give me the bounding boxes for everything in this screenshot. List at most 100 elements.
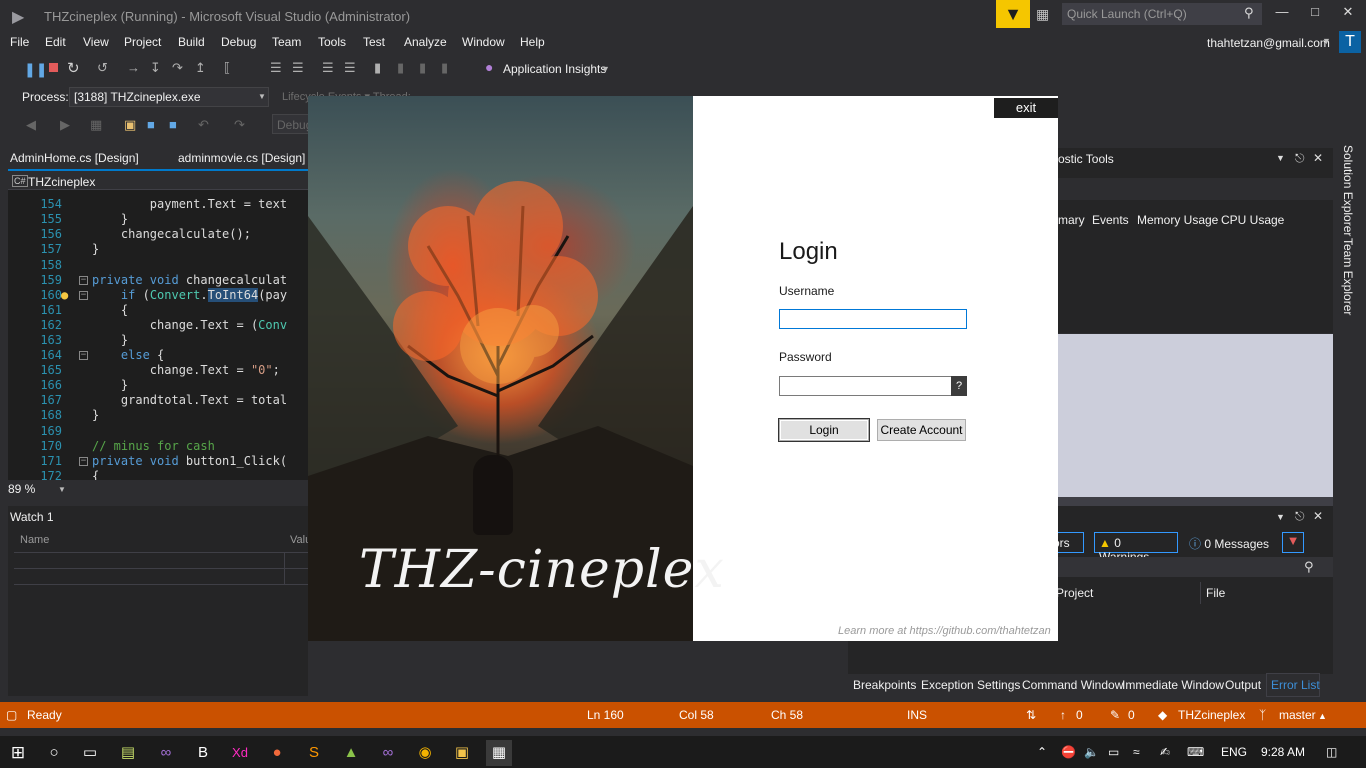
notepad-icon[interactable]: ▤ (115, 740, 141, 766)
feedback-icon[interactable]: ▦ (1036, 6, 1049, 23)
chrome-icon[interactable]: ◉ (412, 740, 438, 766)
refresh-icon[interactable]: ↺ (97, 60, 108, 76)
show-hidden-icons-icon[interactable]: ⌃ (1037, 745, 1047, 759)
menu-file[interactable]: File (10, 35, 29, 49)
chevron-down-icon[interactable]: ▼ (601, 64, 610, 74)
menu-debug[interactable]: Debug (221, 35, 256, 49)
password-help-button[interactable]: ? (951, 376, 967, 396)
minimize-button[interactable]: — (1270, 4, 1294, 24)
tab-solution-explorer[interactable]: Solution Explorer (1341, 145, 1355, 236)
tab-events[interactable]: Events (1092, 213, 1129, 227)
tab-memory-usage[interactable]: Memory Usage (1137, 213, 1218, 227)
show-next-statement-icon[interactable]: → (127, 60, 140, 75)
username-field[interactable] (779, 309, 967, 329)
bookmark-icon[interactable]: ▮ (374, 60, 381, 76)
tab-exception-settings[interactable]: Exception Settings (921, 678, 1020, 692)
column-file[interactable]: File (1206, 586, 1225, 600)
code-editor[interactable]: 154 155 156 157 158 159 160 161 162 163 … (8, 190, 308, 480)
watch-column-name[interactable]: Name (20, 534, 49, 546)
chevron-down-icon[interactable]: ▼ (1276, 512, 1285, 522)
network-icon[interactable]: ≈ (1133, 745, 1140, 759)
arrow-up-icon[interactable]: ↑ (1060, 708, 1066, 722)
menu-team[interactable]: Team (272, 35, 301, 49)
branch-name[interactable]: master (1279, 708, 1316, 722)
lightbulb-icon[interactable]: ● (485, 59, 493, 75)
tab-team-explorer[interactable]: Team Explorer (1341, 238, 1355, 315)
security-icon[interactable]: ⛔ (1061, 745, 1076, 759)
account-name[interactable]: thahtetzan@gmail.com (1207, 36, 1330, 50)
threads-window-icon[interactable]: ☰ (292, 60, 304, 76)
process-select[interactable]: [3188] THZcineplex.exe (69, 87, 269, 107)
adobe-xd-icon[interactable]: Xd (227, 740, 253, 766)
align-icon[interactable]: ☰ (322, 60, 334, 76)
step-out-icon[interactable]: ↥ (195, 60, 206, 76)
app-orange-icon[interactable]: ● (264, 740, 290, 766)
chevron-up-icon[interactable]: ▲ (1318, 711, 1327, 721)
messages-filter-button[interactable]: ⓘ 0 Messages (1185, 532, 1275, 553)
lightbulb-icon[interactable]: ● (61, 288, 68, 302)
clock[interactable]: 9:28 AM (1261, 745, 1305, 759)
menu-view[interactable]: View (83, 35, 109, 49)
restart-icon[interactable]: ↻ (67, 59, 80, 77)
redo-icon[interactable]: ↷ (234, 117, 245, 133)
stop-icon[interactable] (49, 63, 58, 72)
windows-start-icon[interactable]: ⊞ (5, 740, 31, 766)
menu-analyze[interactable]: Analyze (404, 35, 447, 49)
step-into-icon[interactable]: ↧ (150, 60, 161, 76)
menu-build[interactable]: Build (178, 35, 205, 49)
new-project-icon[interactable]: ▦ (90, 117, 102, 133)
battery-icon[interactable]: ▭ (1108, 745, 1119, 759)
column-project[interactable]: Project (1056, 586, 1093, 600)
action-center-icon[interactable]: ◫ (1326, 745, 1337, 759)
login-button[interactable]: Login (779, 419, 869, 441)
pin-icon[interactable]: ⎋ (1295, 509, 1305, 524)
tab-output[interactable]: Output (1225, 678, 1261, 692)
tab-error-list[interactable]: Error List (1271, 678, 1320, 692)
pause-icon[interactable]: ❚❚ (24, 61, 47, 78)
repository-name[interactable]: THZcineplex (1178, 708, 1245, 722)
visual-studio-icon-2[interactable]: ∞ (375, 740, 401, 766)
close-button[interactable]: ✕ (1336, 4, 1360, 24)
search-icon[interactable]: ⚲ (1244, 5, 1254, 21)
chevron-down-icon[interactable]: ▼ (1322, 36, 1331, 46)
tab-command-window[interactable]: Command Window (1022, 678, 1123, 692)
menu-project[interactable]: Project (124, 35, 161, 49)
tab-immediate-window[interactable]: Immediate Window (1122, 678, 1224, 692)
configuration-select[interactable]: Debug (272, 114, 312, 134)
menu-window[interactable]: Window (462, 35, 505, 49)
tab-cpu-usage[interactable]: CPU Usage (1221, 213, 1284, 227)
unpushed-count[interactable]: 0 (1076, 708, 1083, 722)
chevron-down-icon[interactable]: ▼ (258, 92, 266, 101)
save-icon[interactable]: ■ (147, 117, 155, 132)
hex-display-icon[interactable]: ⟦ (224, 60, 230, 76)
pen-icon[interactable]: ✍ (1160, 745, 1170, 759)
create-account-button[interactable]: Create Account (877, 419, 966, 441)
search-icon[interactable]: ⚲ (1304, 559, 1314, 575)
collapse-icon[interactable]: − (79, 291, 88, 300)
navigate-back-icon[interactable]: ◀ (26, 117, 36, 133)
clear-bookmark-icon[interactable]: ▮ (441, 60, 448, 76)
chevron-down-icon[interactable]: ▼ (1276, 153, 1285, 163)
clear-filter-icon[interactable]: ▼ (1282, 532, 1304, 553)
tab-breakpoints[interactable]: Breakpoints (853, 678, 916, 692)
menu-test[interactable]: Test (363, 35, 385, 49)
undo-icon[interactable]: ↶ (198, 117, 209, 133)
warnings-filter-button[interactable]: ▲ 0 Warnings (1094, 532, 1178, 564)
notification-filter-icon[interactable]: ▼ (996, 0, 1030, 28)
collapse-icon[interactable]: − (79, 351, 88, 360)
step-over-icon[interactable]: ↷ (172, 60, 183, 76)
pencil-icon[interactable]: ✎ (1110, 708, 1120, 722)
close-icon[interactable]: ✕ (1313, 509, 1323, 523)
application-insights-button[interactable]: Application Insights (503, 62, 606, 76)
chevron-down-icon[interactable]: ▼ (58, 485, 66, 494)
tab-adminmovie-design[interactable]: adminmovie.cs [Design] (178, 151, 305, 165)
watch-title[interactable]: Watch 1 (10, 510, 54, 524)
avatar[interactable]: T (1339, 31, 1361, 53)
input-language[interactable]: ENG (1221, 745, 1247, 759)
close-icon[interactable]: ✕ (1313, 151, 1323, 165)
navigate-forward-icon[interactable]: ▶ (60, 117, 70, 133)
menu-tools[interactable]: Tools (318, 35, 346, 49)
thread-icon[interactable]: ☰ (270, 60, 282, 76)
indent-icon[interactable]: ☰ (344, 60, 356, 76)
changes-count[interactable]: 0 (1128, 708, 1135, 722)
